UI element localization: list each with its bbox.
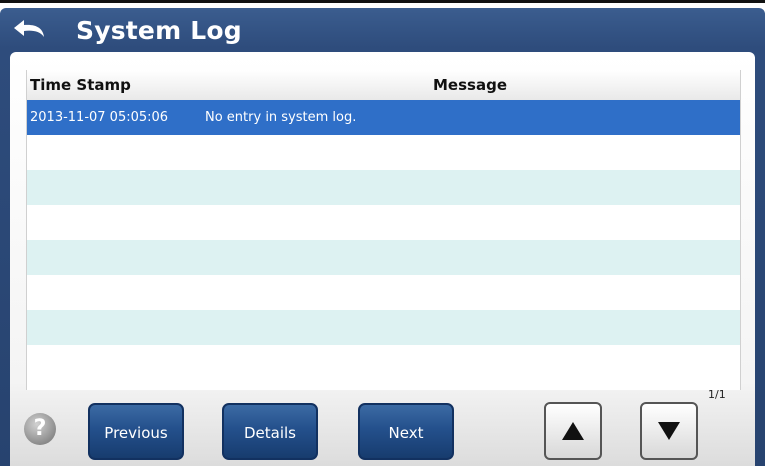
content-panel: Time Stamp Message 2013-11-07 05:05:06 N… <box>10 52 755 466</box>
scroll-up-button[interactable] <box>544 402 602 460</box>
table-row-empty[interactable] <box>27 135 740 170</box>
question-mark-icon: ? <box>33 416 47 441</box>
previous-button[interactable]: Previous <box>88 403 184 460</box>
back-button[interactable] <box>10 16 54 44</box>
cell-message: No entry in system log. <box>205 110 357 125</box>
table-header: Time Stamp Message <box>27 70 740 101</box>
column-header-time[interactable]: Time Stamp <box>30 76 131 94</box>
table-row-empty[interactable] <box>27 205 740 240</box>
next-button[interactable]: Next <box>358 403 454 460</box>
system-log-window: System Log Time Stamp Message 2013-11-07… <box>0 8 765 466</box>
table-row[interactable]: 2013-11-07 05:05:06 No entry in system l… <box>27 100 740 135</box>
help-button[interactable]: ? <box>24 413 56 445</box>
table-row-empty[interactable] <box>27 240 740 275</box>
cell-time: 2013-11-07 05:05:06 <box>30 110 169 125</box>
table-row-empty[interactable] <box>27 170 740 205</box>
table-row-empty[interactable] <box>27 345 740 380</box>
column-header-message[interactable]: Message <box>433 76 507 94</box>
page-title: System Log <box>76 16 242 45</box>
triangle-down-icon <box>658 422 680 440</box>
page-indicator: 1/1 <box>708 388 726 401</box>
log-table: Time Stamp Message 2013-11-07 05:05:06 N… <box>26 70 741 390</box>
table-row-empty[interactable] <box>27 310 740 345</box>
top-border <box>0 0 765 3</box>
scroll-down-button[interactable] <box>640 402 698 460</box>
triangle-up-icon <box>562 422 584 440</box>
back-arrow-icon <box>14 20 44 37</box>
table-row-empty[interactable] <box>27 275 740 310</box>
details-button[interactable]: Details <box>222 403 318 460</box>
title-bar: System Log <box>0 8 765 52</box>
